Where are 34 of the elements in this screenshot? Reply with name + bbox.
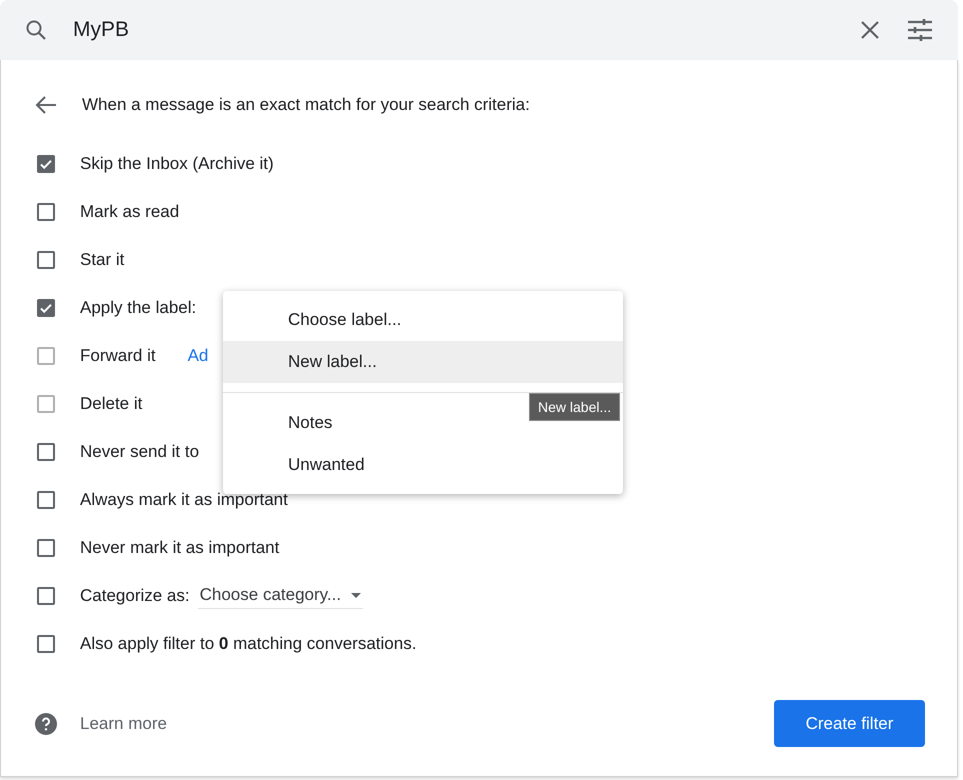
option-label: Apply the label: (80, 298, 196, 318)
checkbox[interactable] (37, 635, 55, 653)
checkbox[interactable] (37, 155, 55, 173)
checkbox[interactable] (37, 539, 55, 557)
search-icon[interactable] (24, 18, 48, 42)
option-label: Forward it (80, 346, 156, 366)
option-label: Star it (80, 250, 124, 270)
back-arrow-icon[interactable] (35, 95, 57, 115)
checkbox[interactable] (37, 491, 55, 509)
learn-more-link[interactable]: Learn more (80, 714, 167, 734)
checkbox[interactable] (37, 443, 55, 461)
option-label: Mark as read (80, 202, 180, 222)
checkbox[interactable] (37, 251, 55, 269)
checkbox[interactable] (37, 587, 55, 605)
option-label: Always mark it as important (80, 490, 288, 510)
option-label: Never send it to (80, 442, 200, 462)
menu-item[interactable]: Choose label... (223, 299, 426, 341)
option-label: Categorize as: (80, 586, 190, 606)
tooltip: New label... (529, 393, 620, 421)
menu-item[interactable]: New label... (223, 341, 623, 383)
criteria-heading: When a message is an exact match for your search criteria: (82, 95, 530, 115)
caret-icon (351, 592, 362, 598)
option-label: Never mark it as important (80, 538, 280, 558)
menu-item[interactable]: Notes (223, 402, 356, 444)
checkbox[interactable] (37, 203, 55, 221)
category-dropdown[interactable]: Choose category... (198, 583, 364, 609)
help-icon[interactable] (35, 712, 57, 734)
option-label: Also apply filter to 0 matching conversations. (80, 634, 416, 654)
checkbox[interactable] (37, 299, 55, 317)
option-label: Skip the Inbox (Archive it) (80, 154, 274, 174)
sliders-icon[interactable] (906, 16, 934, 44)
create-filter-button[interactable]: Create filter (774, 700, 925, 747)
option-label: Delete it (80, 394, 142, 414)
menu-item[interactable]: Unwanted (223, 444, 389, 486)
